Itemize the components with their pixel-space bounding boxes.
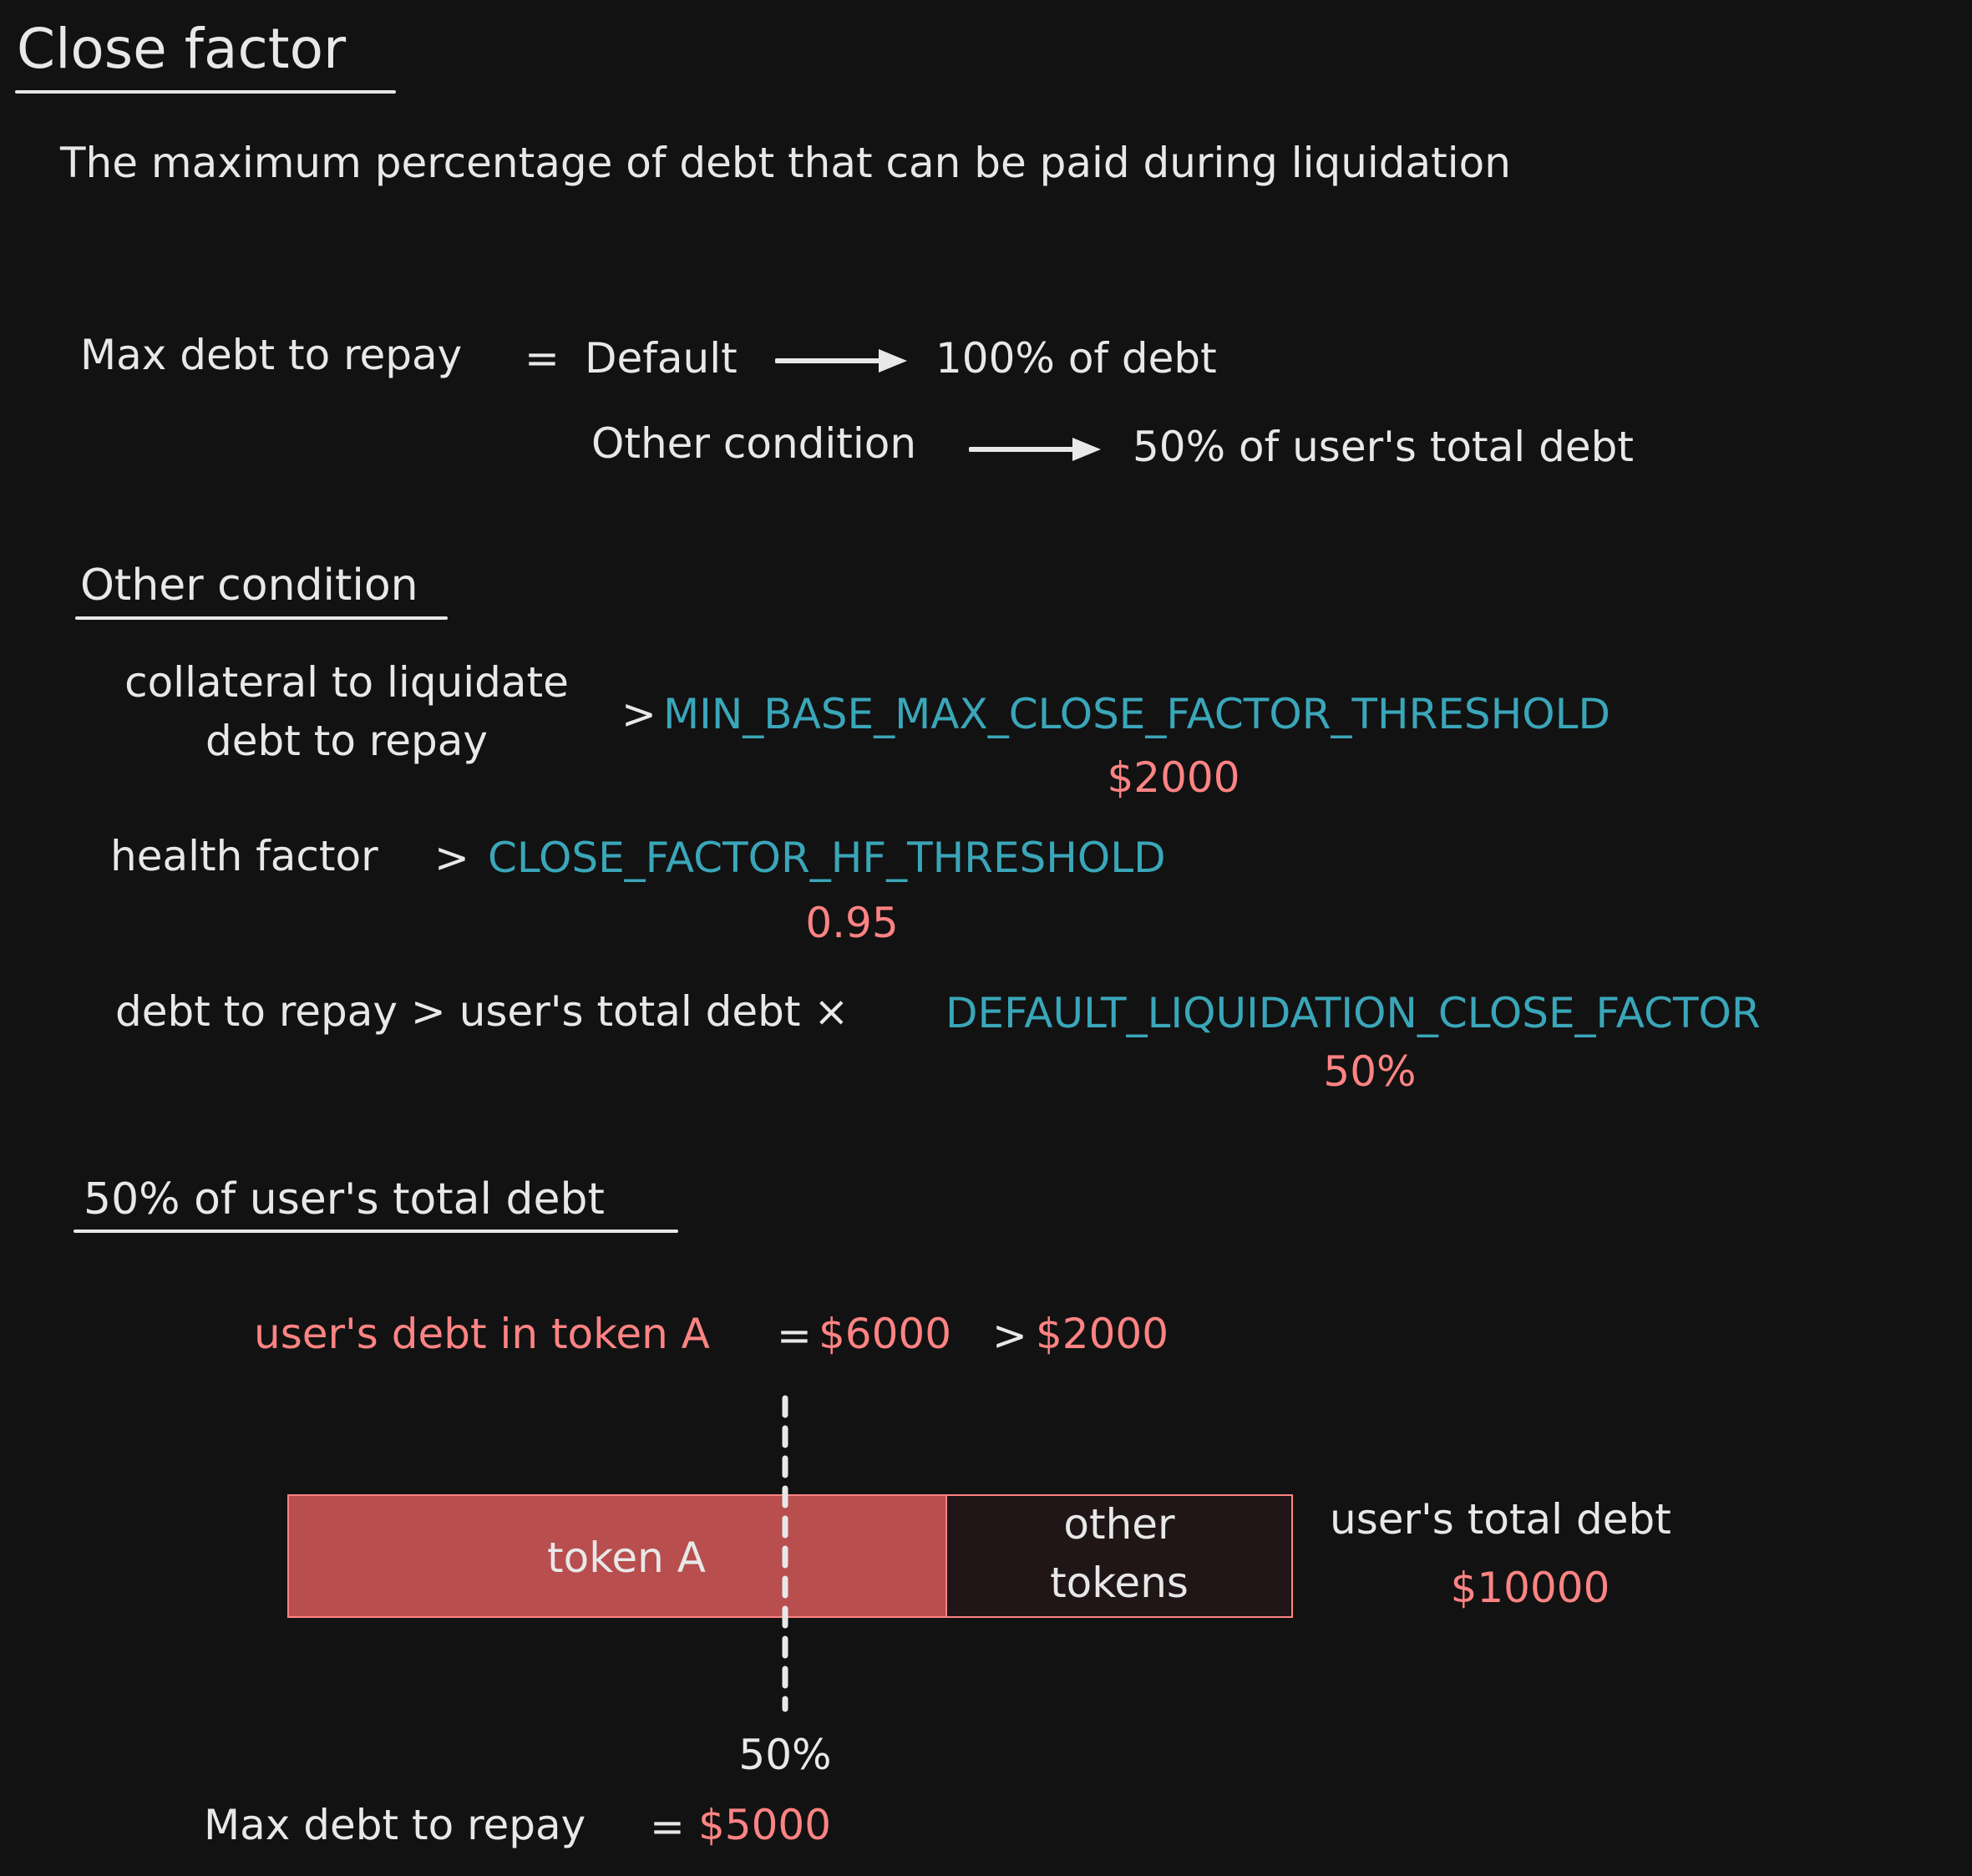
title-underline xyxy=(15,90,396,94)
section-heading-other-condition: Other condition xyxy=(80,560,418,611)
half-marker-label: 50% xyxy=(738,1731,832,1779)
formula-other-result: 50% of user's total debt xyxy=(1133,423,1634,471)
cond3-constant: DEFAULT_LIQUIDATION_CLOSE_FACTOR xyxy=(945,989,1761,1037)
bar-other-label-line2: tokens xyxy=(1050,1559,1189,1607)
cond2-operator: > xyxy=(434,834,469,882)
formula-default-result: 100% of debt xyxy=(935,334,1217,383)
debt-token-a-label: user's debt in token A xyxy=(254,1310,710,1358)
page-title: Close factor xyxy=(17,17,347,81)
subtitle: The maximum percentage of debt that can … xyxy=(60,139,1511,187)
cond1-line2: debt to repay xyxy=(205,717,488,765)
arrow-right-icon xyxy=(775,349,907,373)
cond2-lhs: health factor xyxy=(110,832,378,880)
cond1-line1: collateral to liquidate xyxy=(124,658,569,707)
section-heading-example: 50% of user's total debt xyxy=(84,1174,605,1224)
debt-token-a-gt: > xyxy=(992,1311,1027,1360)
bar-token-a-label: token A xyxy=(547,1534,706,1582)
section-underline xyxy=(75,616,448,620)
cond2-constant: CLOSE_FACTOR_HF_THRESHOLD xyxy=(488,834,1166,882)
formula-other-label: Other condition xyxy=(591,419,917,468)
cond2-value: 0.95 xyxy=(805,899,899,947)
section-underline xyxy=(74,1230,678,1233)
debt-token-a-value: $6000 xyxy=(819,1310,952,1358)
cond1-constant: MIN_BASE_MAX_CLOSE_FACTOR_THRESHOLD xyxy=(663,690,1610,738)
max-debt-value: $5000 xyxy=(698,1801,832,1849)
total-debt-value: $10000 xyxy=(1450,1564,1610,1612)
arrow-right-icon xyxy=(969,438,1101,461)
max-debt-label: Max debt to repay xyxy=(204,1801,586,1849)
formula-equals: = xyxy=(525,334,560,383)
max-debt-equals: = xyxy=(650,1802,685,1851)
cond3-lhs: debt to repay > user's total debt × xyxy=(115,987,849,1036)
debt-token-a-equals: = xyxy=(777,1311,812,1360)
debt-token-a-threshold: $2000 xyxy=(1036,1310,1169,1358)
bar-other-label-line1: other xyxy=(1063,1500,1175,1549)
half-marker-dashed-line xyxy=(782,1395,788,1712)
formula-lhs: Max debt to repay xyxy=(80,331,463,379)
cond1-operator: > xyxy=(621,690,656,738)
total-debt-label: user's total debt xyxy=(1330,1495,1671,1544)
cond1-value: $2000 xyxy=(1107,753,1240,802)
formula-default-label: Default xyxy=(585,334,738,383)
cond3-value: 50% xyxy=(1323,1047,1417,1096)
